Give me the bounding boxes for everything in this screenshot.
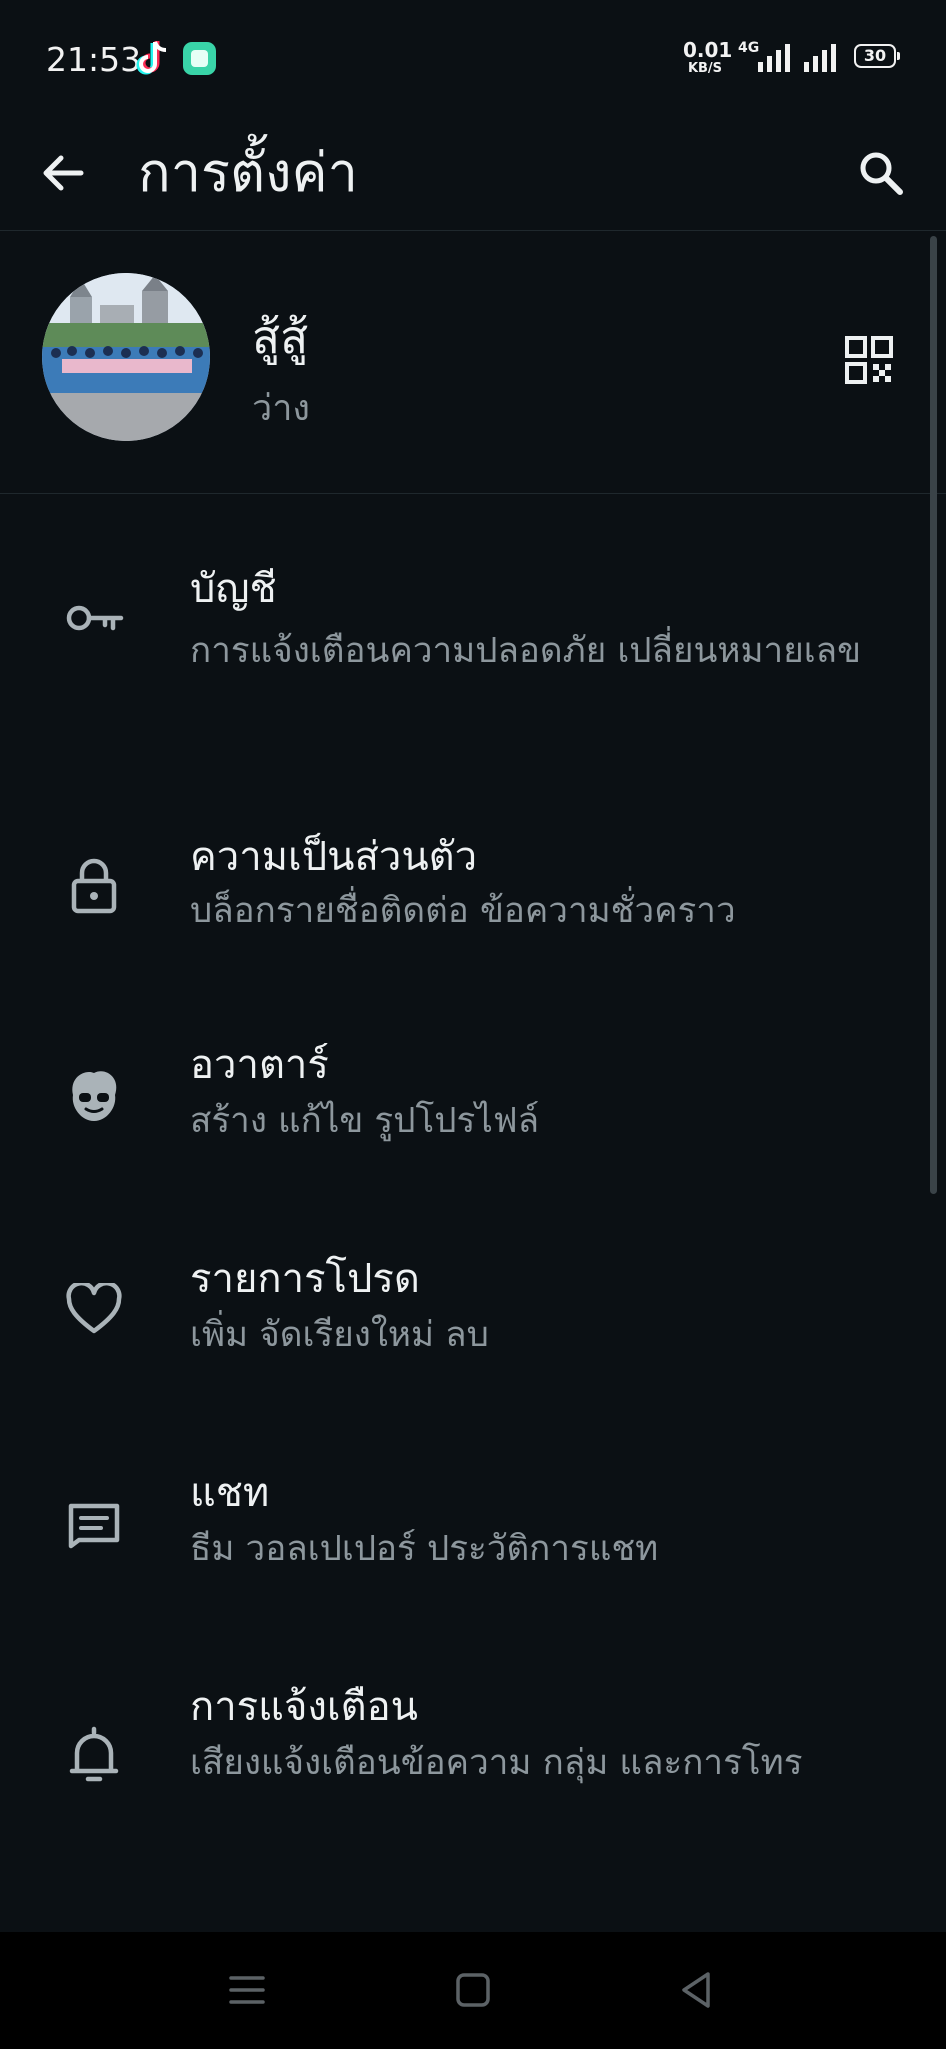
settings-item-subtitle: สร้าง แก้ไข รูปโปรไฟล์ xyxy=(190,1101,540,1141)
signal-icon xyxy=(804,44,838,76)
settings-item-title: การแจ้งเตือน xyxy=(190,1684,418,1730)
profile-name: สู้สู้ xyxy=(252,310,309,364)
net-speed: 0.01 KB/S xyxy=(683,38,733,76)
bell-icon xyxy=(58,1720,130,1792)
search-button[interactable] xyxy=(846,138,916,208)
heart-icon xyxy=(58,1274,130,1346)
settings-item-account[interactable]: บัญชี การแจ้งเตือนความปลอดภัย เปลี่ยนหมา… xyxy=(0,494,930,764)
settings-item-subtitle: เพิ่ม จัดเรียงใหม่ ลบ xyxy=(190,1315,489,1355)
back-icon xyxy=(682,1972,710,2008)
tiktok-icon xyxy=(135,38,169,78)
settings-item-subtitle: การแจ้งเตือนความปลอดภัย เปลี่ยนหมายเลข xyxy=(190,631,862,671)
key-icon xyxy=(58,582,130,654)
menu-icon xyxy=(229,1976,265,2004)
page-title: การตั้งค่า xyxy=(138,141,358,204)
signal-icon xyxy=(758,44,792,76)
status-time: 21:53 xyxy=(46,40,142,79)
search-icon xyxy=(860,152,903,195)
network-type: 4G xyxy=(738,40,760,56)
chat-icon xyxy=(58,1488,130,1560)
home-button[interactable] xyxy=(433,1952,513,2028)
home-icon xyxy=(456,1973,490,2007)
settings-item-subtitle: บล็อกรายชื่อติดต่อ ข้อความชั่วคราว xyxy=(190,891,736,931)
back-button[interactable] xyxy=(28,138,98,208)
menu-button[interactable] xyxy=(207,1952,287,2028)
qr-code-icon xyxy=(845,336,893,384)
profile-card[interactable]: สู้สู้ ว่าง xyxy=(0,231,946,494)
settings-item-chats[interactable]: แชท ธีม วอลเปเปอร์ ประวัติการแชท xyxy=(0,1406,930,1620)
qr-code-button[interactable] xyxy=(836,327,902,393)
settings-item-avatar[interactable]: อวาตาร์ สร้าง แก้ไข รูปโปรไฟล์ xyxy=(0,978,930,1192)
status-bar: 21:53 0.01 KB/S 4G 30 xyxy=(0,0,946,116)
lock-icon xyxy=(58,849,130,921)
settings-item-subtitle: ธีม วอลเปเปอร์ ประวัติการแชท xyxy=(190,1529,659,1569)
app-notification-icon xyxy=(183,42,216,75)
settings-item-privacy[interactable]: ความเป็นส่วนตัว บล็อกรายชื่อติดต่อ ข้อคว… xyxy=(0,764,930,978)
settings-item-title: แชท xyxy=(190,1470,270,1516)
settings-item-favourites[interactable]: รายการโปรด เพิ่ม จัดเรียงใหม่ ลบ xyxy=(0,1192,930,1406)
avatar[interactable] xyxy=(42,273,210,441)
arrow-left-icon xyxy=(43,155,84,191)
settings-item-subtitle: เสียงแจ้งเตือนข้อความ กลุ่ม และการโทร xyxy=(190,1743,803,1783)
battery-icon: 30 xyxy=(854,44,900,68)
settings-item-notifications[interactable]: การแจ้งเตือน เสียงแจ้งเตือนข้อความ กลุ่ม… xyxy=(0,1620,930,1890)
nav-back-button[interactable] xyxy=(656,1952,736,2028)
settings-item-title: อวาตาร์ xyxy=(190,1042,329,1088)
settings-item-title: บัญชี xyxy=(190,566,277,612)
system-nav-bar xyxy=(0,1932,946,2049)
settings-item-title: รายการโปรด xyxy=(190,1256,420,1302)
app-bar: การตั้งค่า xyxy=(0,116,946,231)
scrollbar[interactable] xyxy=(930,236,937,1194)
avatar-icon xyxy=(58,1060,130,1132)
profile-status: ว่าง xyxy=(252,388,311,429)
